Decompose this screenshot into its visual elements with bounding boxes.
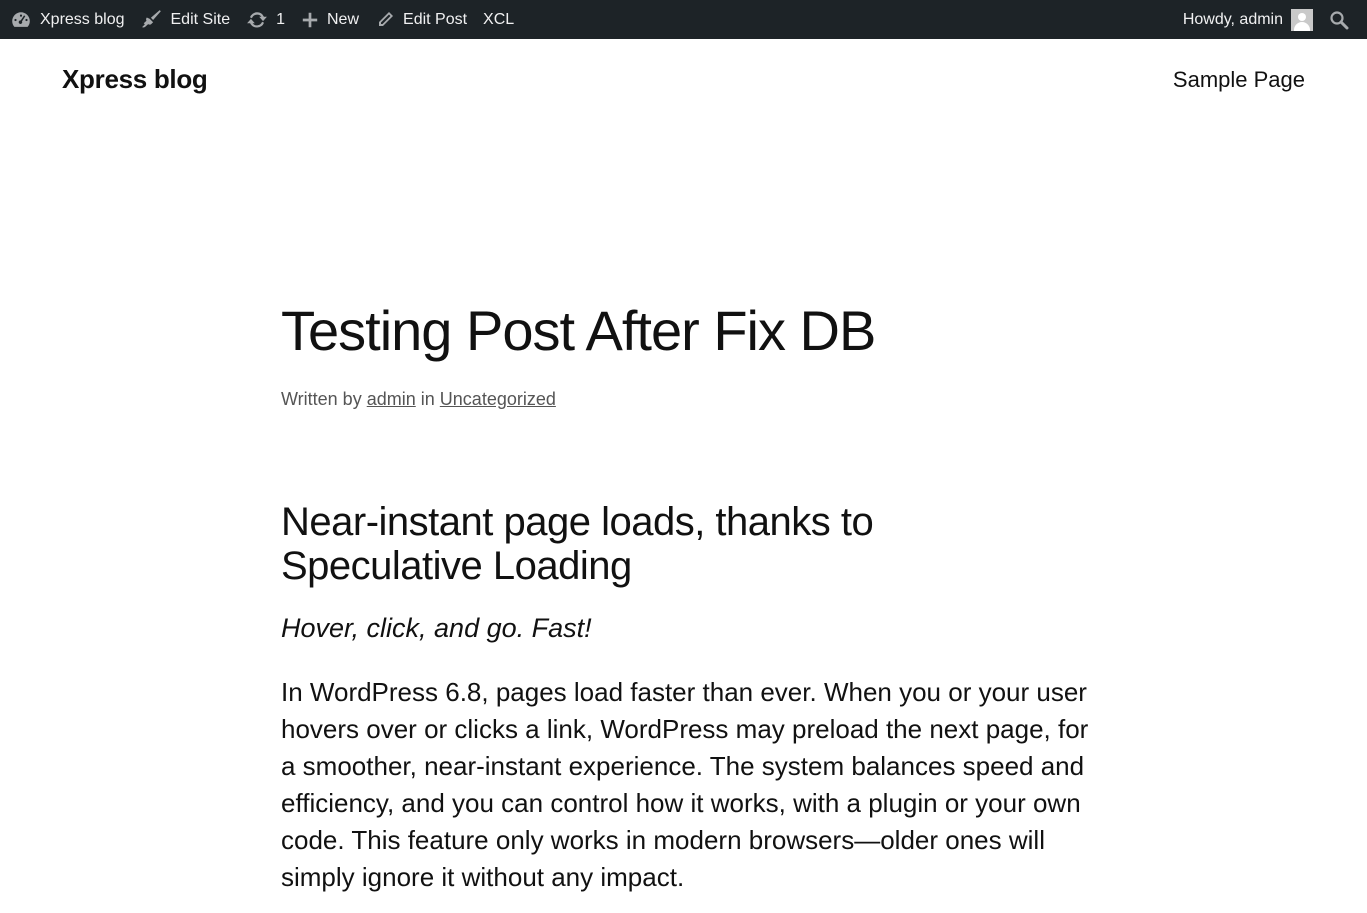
site-title[interactable]: Xpress blog bbox=[62, 64, 208, 95]
avatar-head bbox=[1298, 12, 1306, 21]
brush-icon bbox=[141, 9, 161, 27]
byline-in: in bbox=[420, 389, 435, 409]
admin-bar-site-name-label: Xpress blog bbox=[40, 10, 125, 28]
avatar-body bbox=[1294, 21, 1310, 31]
site-nav: Sample Page bbox=[1173, 67, 1305, 93]
pencil-icon bbox=[379, 11, 394, 26]
admin-bar-xcl[interactable]: XCL bbox=[475, 0, 522, 39]
admin-bar-howdy: Howdy, admin bbox=[1182, 10, 1283, 28]
admin-bar-left: Xpress blog Edit Site 1 New Edit Post XC… bbox=[10, 0, 522, 39]
byline-written-by: Written by bbox=[281, 389, 362, 409]
admin-bar-site-name[interactable]: Xpress blog bbox=[10, 0, 133, 39]
admin-bar-edit-post-label: Edit Post bbox=[403, 10, 468, 28]
admin-bar-new-label: New bbox=[327, 10, 360, 28]
admin-bar-new[interactable]: New bbox=[293, 0, 367, 39]
post-paragraph: In WordPress 6.8, pages load faster than… bbox=[281, 677, 1089, 892]
post-title: Testing Post After Fix DB bbox=[281, 299, 876, 362]
admin-bar-edit-site-label: Edit Site bbox=[170, 10, 231, 28]
admin-bar-xcl-label: XCL bbox=[483, 10, 515, 28]
search-icon bbox=[1330, 10, 1349, 29]
byline-category-link[interactable]: Uncategorized bbox=[440, 389, 556, 409]
admin-bar-edit-site[interactable]: Edit Site bbox=[133, 0, 239, 39]
avatar bbox=[1291, 8, 1313, 31]
admin-bar-right: Howdy, admin bbox=[1175, 0, 1357, 39]
post-tagline: Hover, click, and go. Fast! bbox=[281, 613, 592, 643]
admin-bar-edit-post[interactable]: Edit Post bbox=[367, 0, 475, 39]
nav-item-sample-page[interactable]: Sample Page bbox=[1173, 67, 1305, 92]
admin-bar-account[interactable]: Howdy, admin bbox=[1175, 0, 1321, 39]
post-byline: Written by admin in Uncategorized bbox=[281, 389, 556, 410]
plus-icon bbox=[302, 12, 318, 27]
section-heading: Near-instant page loads, thanks to Specu… bbox=[281, 500, 874, 588]
byline-author-link[interactable]: admin bbox=[367, 389, 416, 409]
updates-icon bbox=[247, 11, 267, 27]
admin-bar: Xpress blog Edit Site 1 New Edit Post XC… bbox=[0, 0, 1367, 39]
admin-bar-search[interactable] bbox=[1321, 0, 1357, 39]
dashboard-icon bbox=[12, 11, 30, 27]
admin-bar-updates[interactable]: 1 bbox=[238, 0, 293, 39]
admin-bar-updates-count: 1 bbox=[276, 10, 285, 28]
